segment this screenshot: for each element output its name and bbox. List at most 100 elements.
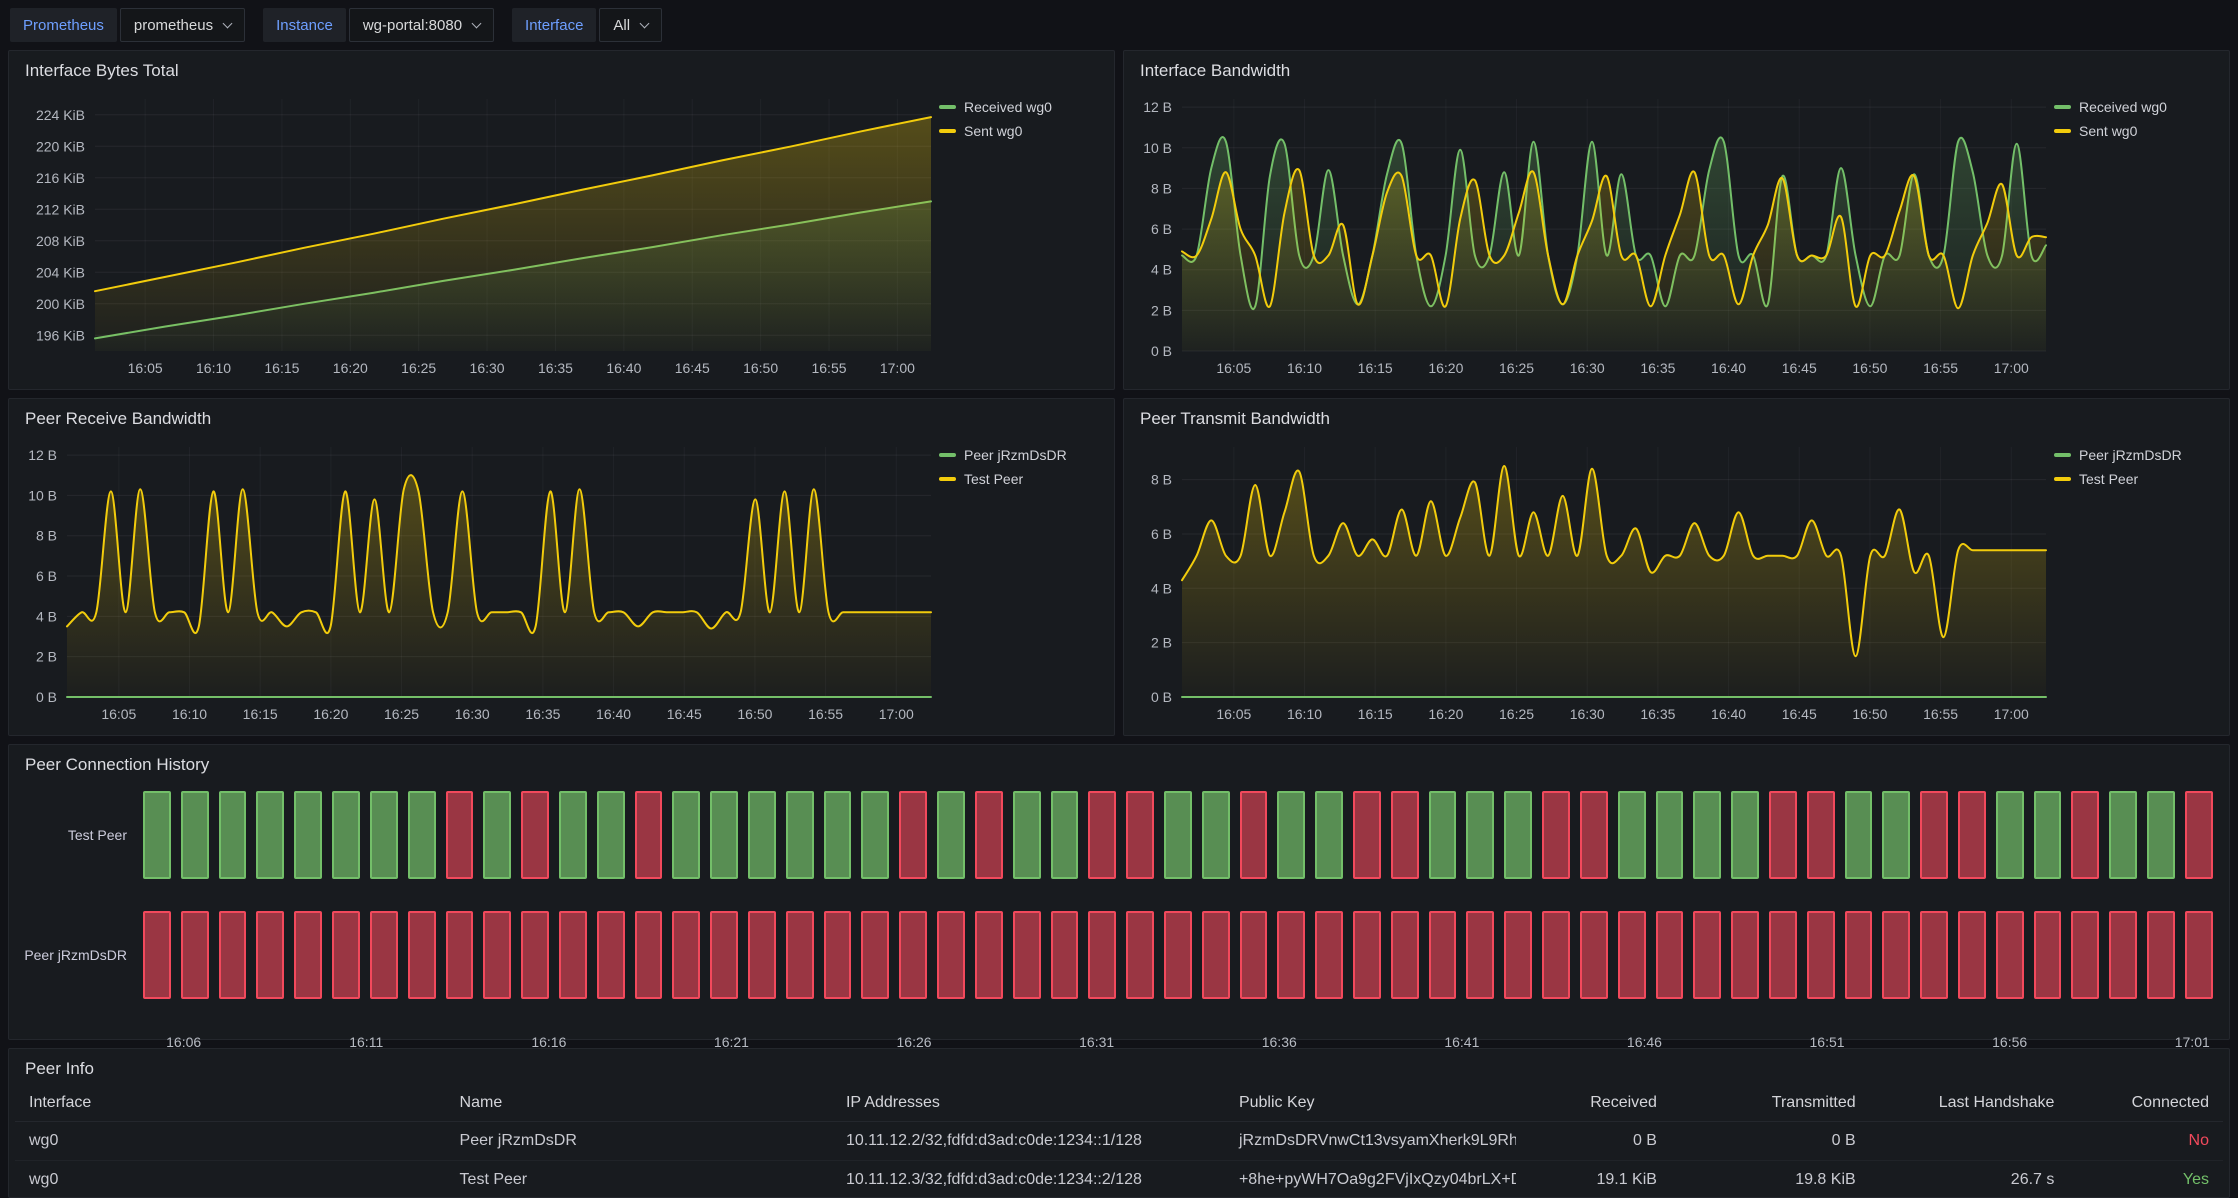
panel-title[interactable]: Interface Bandwidth (1124, 51, 2229, 83)
panel-title[interactable]: Peer Connection History (9, 745, 2229, 777)
column-header-connected[interactable]: Connected (2068, 1085, 2223, 1122)
state-bar-connected (824, 791, 852, 879)
svg-text:16:10: 16:10 (1287, 360, 1322, 376)
svg-text:16:05: 16:05 (128, 360, 163, 376)
svg-text:16:10: 16:10 (1287, 706, 1322, 722)
legend-item-sent-wg0[interactable]: Sent wg0 (2054, 123, 2219, 139)
series-color-swatch (2054, 129, 2071, 133)
state-bar-disconnected (1051, 911, 1079, 999)
state-bar-disconnected (2071, 791, 2099, 879)
legend-item-peer-jrzmdsdr[interactable]: Peer jRzmDsDR (2054, 447, 2219, 463)
state-bar-disconnected (899, 791, 927, 879)
state-bar-connected (181, 791, 209, 879)
variable-picker-prometheus[interactable]: prometheus (120, 8, 245, 42)
svg-text:16:30: 16:30 (455, 706, 490, 722)
state-bar-connected (1164, 791, 1192, 879)
state-bar-connected (1618, 791, 1646, 879)
legend-item-test-peer[interactable]: Test Peer (939, 471, 1104, 487)
table-row: wg0Peer jRzmDsDR10.11.12.2/32,fdfd:d3ad:… (15, 1122, 2223, 1161)
state-bar-disconnected (332, 911, 360, 999)
legend-label: Peer jRzmDsDR (2079, 447, 2182, 463)
state-bar-disconnected (1580, 791, 1608, 879)
legend-item-sent-wg0[interactable]: Sent wg0 (939, 123, 1104, 139)
variable-picker-interface[interactable]: All (599, 8, 662, 42)
svg-text:16:15: 16:15 (1358, 706, 1393, 722)
svg-text:10 B: 10 B (1143, 140, 1172, 156)
variable-group-interface: Interface All (512, 8, 662, 42)
series-color-swatch (939, 453, 956, 457)
state-bar-disconnected (2147, 911, 2175, 999)
cell-public-key: jRzmDsDRVnwCt13vsyamXherk9L9RhRk (1225, 1122, 1516, 1161)
state-bar-disconnected (521, 911, 549, 999)
panel-title[interactable]: Peer Receive Bandwidth (9, 399, 1114, 431)
variable-label-prometheus[interactable]: Prometheus (10, 8, 117, 42)
column-header-received[interactable]: Received (1516, 1085, 1671, 1122)
svg-text:212 KiB: 212 KiB (36, 201, 85, 217)
column-header-last-handshake[interactable]: Last Handshake (1870, 1085, 2069, 1122)
x-tick-label: 16:46 (1627, 1034, 1662, 1050)
panel-title[interactable]: Peer Info (9, 1049, 2229, 1081)
dashboard-grid: Interface Bytes Total 196 KiB200 KiB204 … (0, 50, 2238, 1198)
state-bar-disconnected (1315, 911, 1343, 999)
legend-item-test-peer[interactable]: Test Peer (2054, 471, 2219, 487)
svg-text:16:10: 16:10 (172, 706, 207, 722)
timeline-x-axis: 16:0616:1116:1616:2116:2616:3116:3616:41… (159, 1031, 2213, 1053)
cell-received: 19.1 KiB (1516, 1161, 1671, 1198)
peer-receive-bandwidth-legend: Peer jRzmDsDR Test Peer (939, 433, 1104, 727)
interface-bandwidth-chart[interactable]: 0 B2 B4 B6 B8 B10 B12 B16:0516:1016:1516… (1134, 85, 2054, 381)
state-bar-disconnected (1618, 911, 1646, 999)
legend-item-received-wg0[interactable]: Received wg0 (939, 99, 1104, 115)
legend-item-peer-jrzmdsdr[interactable]: Peer jRzmDsDR (939, 447, 1104, 463)
state-bar-disconnected (861, 911, 889, 999)
svg-text:16:30: 16:30 (470, 360, 505, 376)
variable-group-prometheus: Prometheus prometheus (10, 8, 245, 42)
state-bar-disconnected (1958, 791, 1986, 879)
table-row: wg0Test Peer10.11.12.3/32,fdfd:d3ad:c0de… (15, 1161, 2223, 1198)
state-bar-connected (597, 791, 625, 879)
x-tick-label: 16:26 (897, 1034, 932, 1050)
state-bar-disconnected (1807, 911, 1835, 999)
svg-text:16:25: 16:25 (384, 706, 419, 722)
state-bar-disconnected (672, 911, 700, 999)
column-header-transmitted[interactable]: Transmitted (1671, 1085, 1870, 1122)
state-bar-disconnected (181, 911, 209, 999)
interface-bytes-total-chart[interactable]: 196 KiB200 KiB204 KiB208 KiB212 KiB216 K… (19, 85, 939, 381)
panel-title[interactable]: Peer Transmit Bandwidth (1124, 399, 2229, 431)
cell-last-handshake (1870, 1122, 2069, 1161)
legend-label: Received wg0 (2079, 99, 2167, 115)
column-header-interface[interactable]: Interface (15, 1085, 446, 1122)
state-bar-disconnected (1542, 911, 1570, 999)
svg-text:208 KiB: 208 KiB (36, 233, 85, 249)
state-bar-connected (1277, 791, 1305, 879)
state-bar-disconnected (975, 911, 1003, 999)
svg-text:16:55: 16:55 (808, 706, 843, 722)
cell-last-handshake: 26.7 s (1870, 1161, 2069, 1198)
column-header-ip-addresses[interactable]: IP Addresses (832, 1085, 1225, 1122)
variable-picker-instance[interactable]: wg-portal:8080 (349, 8, 494, 42)
timeline-row-label: Peer jRzmDsDR (17, 911, 143, 999)
svg-text:16:30: 16:30 (1570, 360, 1605, 376)
x-tick-label: 16:51 (1810, 1034, 1845, 1050)
cell-connected: No (2068, 1122, 2223, 1161)
state-bar-disconnected (483, 911, 511, 999)
state-bar-disconnected (2034, 911, 2062, 999)
legend-label: Test Peer (964, 471, 1023, 487)
column-header-public-key[interactable]: Public Key (1225, 1085, 1516, 1122)
legend-label: Peer jRzmDsDR (964, 447, 1067, 463)
timeline-bars (143, 911, 2213, 999)
svg-text:16:35: 16:35 (525, 706, 560, 722)
peer-connection-history-timeline[interactable]: Test PeerPeer jRzmDsDR16:0616:1116:1616:… (9, 777, 2229, 1057)
legend-item-received-wg0[interactable]: Received wg0 (2054, 99, 2219, 115)
svg-text:16:15: 16:15 (264, 360, 299, 376)
series-color-swatch (939, 129, 956, 133)
peer-transmit-bandwidth-chart[interactable]: 0 B2 B4 B6 B8 B16:0516:1016:1516:2016:25… (1134, 433, 2054, 727)
variable-label-instance[interactable]: Instance (263, 8, 346, 42)
panel-title[interactable]: Interface Bytes Total (9, 51, 1114, 83)
svg-text:16:20: 16:20 (1428, 706, 1463, 722)
peer-receive-bandwidth-chart[interactable]: 0 B2 B4 B6 B8 B10 B12 B16:0516:1016:1516… (19, 433, 939, 727)
variable-label-interface[interactable]: Interface (512, 8, 596, 42)
state-bar-disconnected (824, 911, 852, 999)
svg-text:12 B: 12 B (28, 447, 57, 463)
column-header-name[interactable]: Name (446, 1085, 832, 1122)
legend-label: Sent wg0 (2079, 123, 2137, 139)
